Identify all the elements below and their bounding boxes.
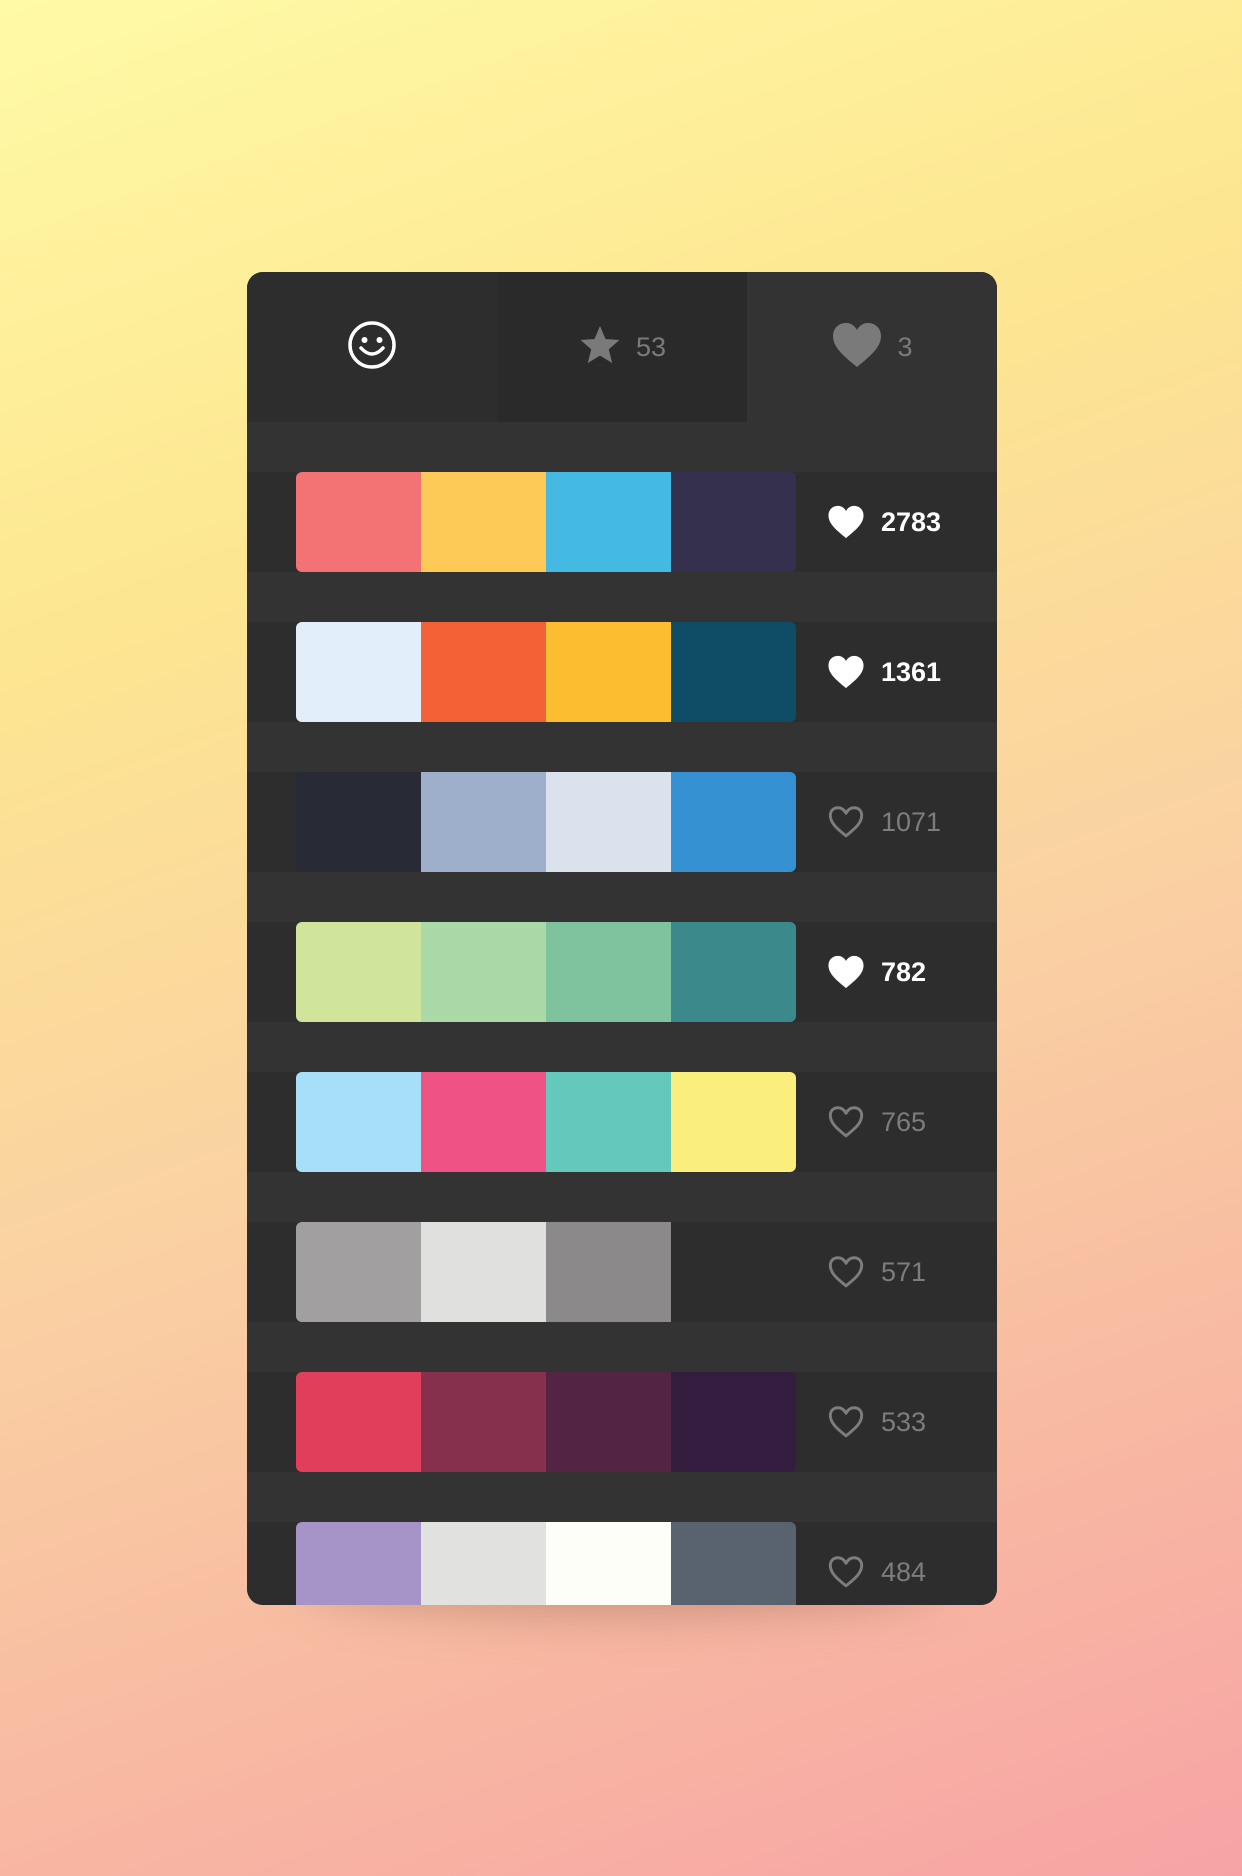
color-swatch[interactable]: [296, 772, 421, 872]
color-swatch[interactable]: [296, 1372, 421, 1472]
color-swatch[interactable]: [296, 622, 421, 722]
tab-liked[interactable]: 3: [747, 272, 997, 422]
like-button[interactable]: 765: [827, 1072, 997, 1172]
color-swatch[interactable]: [421, 472, 546, 572]
color-swatch[interactable]: [546, 472, 671, 572]
like-button[interactable]: 1361: [827, 622, 997, 722]
heart-outline-icon: [827, 1555, 865, 1589]
color-swatch[interactable]: [421, 1372, 546, 1472]
like-count: 2783: [881, 506, 942, 537]
palette-card: 53 3 2783 1361 1071 782 765 571 533 484: [247, 272, 997, 1605]
color-swatch[interactable]: [546, 922, 671, 1022]
palette-row[interactable]: 782: [247, 922, 997, 1022]
color-swatch[interactable]: [421, 772, 546, 872]
starred-count: 53: [635, 331, 667, 362]
heart-outline-icon: [827, 1255, 865, 1289]
color-swatch[interactable]: [546, 622, 671, 722]
heart-outline-icon: [827, 1405, 865, 1439]
color-swatch[interactable]: [421, 1222, 546, 1322]
palette-swatches[interactable]: [296, 1372, 796, 1472]
palette-row[interactable]: 1071: [247, 772, 997, 872]
color-swatch[interactable]: [546, 1222, 671, 1322]
color-swatch[interactable]: [296, 472, 421, 572]
color-swatch[interactable]: [671, 1372, 796, 1472]
palette-row[interactable]: 765: [247, 1072, 997, 1172]
palette-swatches[interactable]: [296, 1522, 796, 1605]
tab-starred[interactable]: 53: [497, 272, 747, 422]
color-swatch[interactable]: [671, 772, 796, 872]
color-swatch[interactable]: [421, 622, 546, 722]
color-swatch[interactable]: [671, 472, 796, 572]
heart-filled-icon: [827, 505, 865, 539]
palette-row[interactable]: 533: [247, 1372, 997, 1472]
heart-icon: [831, 322, 883, 373]
color-swatch[interactable]: [296, 1222, 421, 1322]
color-swatch[interactable]: [546, 1372, 671, 1472]
smiley-icon: [347, 320, 397, 375]
like-button[interactable]: 1071: [827, 772, 997, 872]
color-swatch[interactable]: [546, 1072, 671, 1172]
color-swatch[interactable]: [671, 1072, 796, 1172]
like-button[interactable]: 571: [827, 1222, 997, 1322]
color-swatch[interactable]: [671, 1522, 796, 1605]
color-swatch[interactable]: [296, 1072, 421, 1172]
like-count: 571: [881, 1256, 927, 1287]
tab-smiley[interactable]: [247, 272, 497, 422]
palette-row[interactable]: 484: [247, 1522, 997, 1605]
like-count: 1361: [881, 656, 942, 687]
palette-swatches[interactable]: [296, 772, 796, 872]
palette-swatches[interactable]: [296, 472, 796, 572]
color-swatch[interactable]: [296, 1522, 421, 1605]
palette-row[interactable]: 1361: [247, 622, 997, 722]
palette-row[interactable]: 571: [247, 1222, 997, 1322]
like-button[interactable]: 533: [827, 1372, 997, 1472]
color-swatch[interactable]: [421, 922, 546, 1022]
palette-swatches[interactable]: [296, 922, 796, 1022]
liked-count: 3: [897, 331, 913, 362]
color-swatch[interactable]: [421, 1072, 546, 1172]
like-button[interactable]: 2783: [827, 472, 997, 572]
color-swatch[interactable]: [546, 1522, 671, 1605]
palette-row[interactable]: 2783: [247, 472, 997, 572]
heart-filled-icon: [827, 955, 865, 989]
heart-filled-icon: [827, 655, 865, 689]
like-button[interactable]: 484: [827, 1522, 997, 1605]
heart-outline-icon: [827, 805, 865, 839]
color-swatch[interactable]: [421, 1522, 546, 1605]
like-count: 782: [881, 956, 927, 987]
like-count: 1071: [881, 806, 942, 837]
palette-swatches[interactable]: [296, 622, 796, 722]
like-count: 533: [881, 1406, 927, 1437]
star-icon: [578, 324, 622, 371]
color-swatch[interactable]: [296, 922, 421, 1022]
palette-swatches[interactable]: [296, 1222, 796, 1322]
like-count: 484: [881, 1556, 927, 1587]
color-swatch[interactable]: [671, 922, 796, 1022]
like-count: 765: [881, 1106, 927, 1137]
tab-bar: 53 3: [247, 272, 997, 422]
palette-swatches[interactable]: [296, 1072, 796, 1172]
color-swatch[interactable]: [546, 772, 671, 872]
like-button[interactable]: 782: [827, 922, 997, 1022]
color-swatch[interactable]: [671, 622, 796, 722]
heart-outline-icon: [827, 1105, 865, 1139]
